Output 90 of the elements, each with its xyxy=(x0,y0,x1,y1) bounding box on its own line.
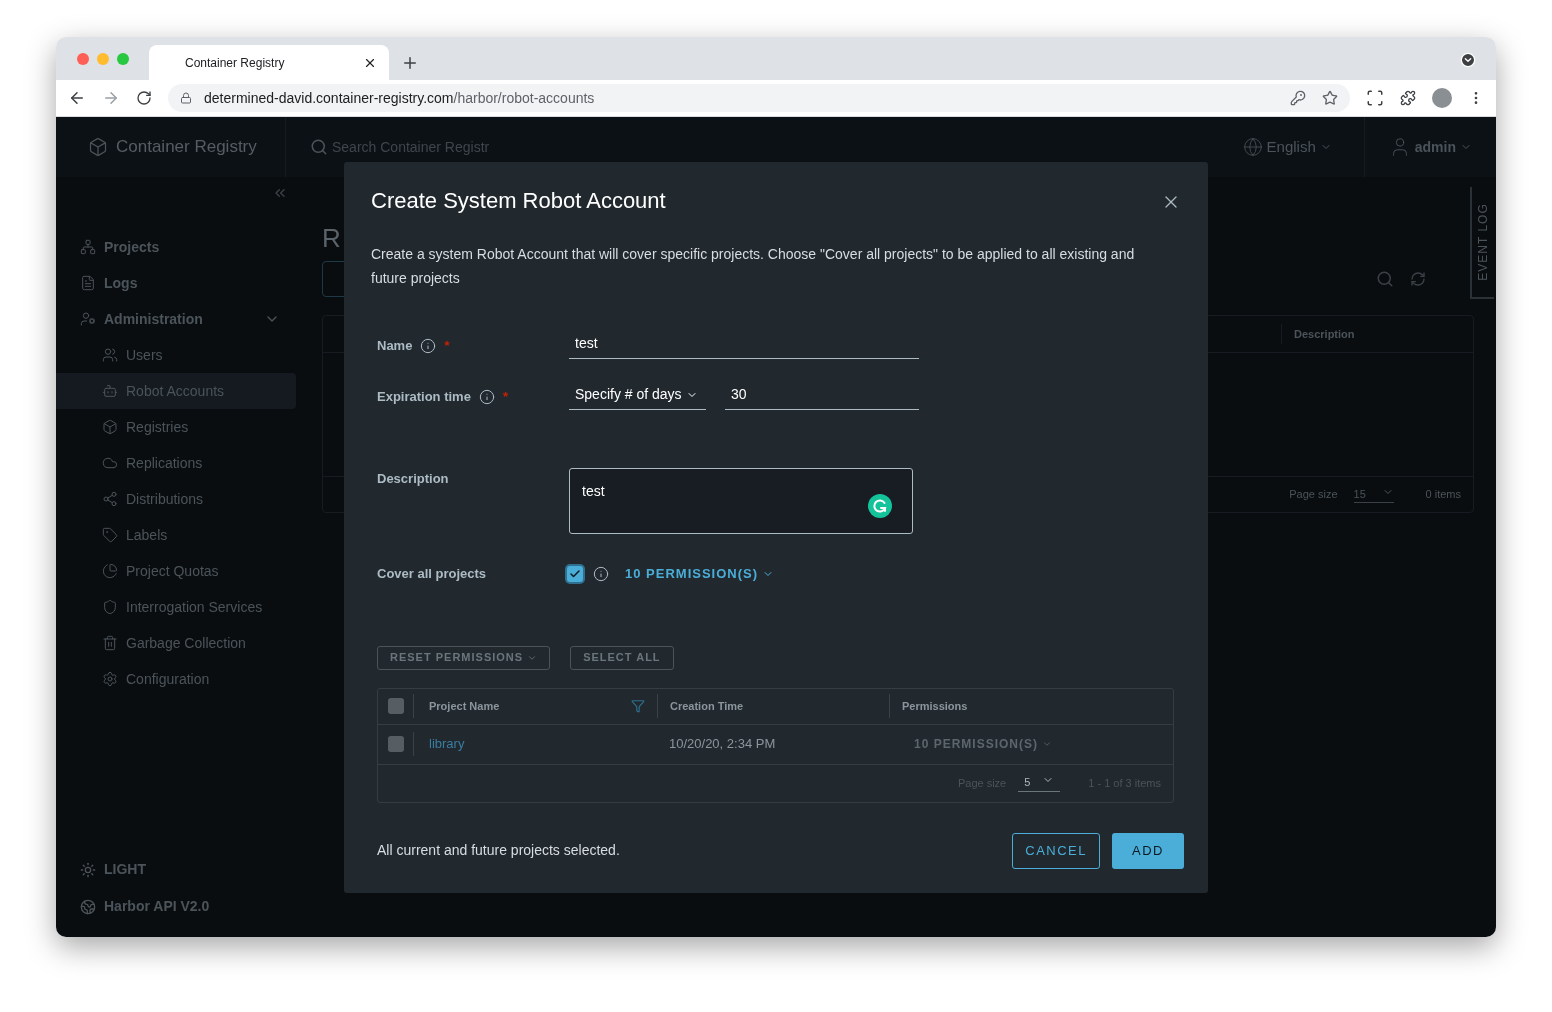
cloud-icon xyxy=(102,455,118,471)
sidebar-item[interactable]: Configuration xyxy=(56,661,296,697)
cancel-button[interactable]: CANCEL xyxy=(1012,832,1100,869)
dropdown-icon[interactable] xyxy=(1460,52,1476,68)
required-mark: * xyxy=(502,388,508,407)
dialog-description: Create a system Robot Account that will cover specific projects. Choose "Cover all projects" to be applied to all existing and future projects xyxy=(371,245,1136,288)
gear-icon xyxy=(102,671,118,687)
chevron-down-icon xyxy=(1042,739,1053,749)
checkbox[interactable] xyxy=(387,736,404,752)
filter-icon[interactable] xyxy=(631,699,645,713)
sidebar-item[interactable]: Users xyxy=(56,337,296,373)
reset-permissions-button[interactable]: RESET PERMISSIONS xyxy=(377,645,551,670)
lock-icon xyxy=(180,92,192,104)
url-text: determined-david.container-registry.com/harbor/robot-accounts xyxy=(204,88,595,108)
expiration-select[interactable]: Specify # of days xyxy=(569,384,706,410)
api-link[interactable]: Harbor API V2.0 xyxy=(80,896,296,917)
description-textarea[interactable]: test xyxy=(569,468,913,534)
name-input[interactable]: test xyxy=(569,333,919,359)
checkbox[interactable] xyxy=(387,698,404,714)
column-header: Description xyxy=(1281,324,1473,344)
select-all-button[interactable]: SELECT ALL xyxy=(570,645,674,670)
column-header: Project Name xyxy=(429,698,500,714)
sidebar-item[interactable]: Administration xyxy=(56,301,296,337)
back-icon[interactable] xyxy=(68,89,86,107)
event-log-tab[interactable]: EVENT LOG xyxy=(1470,187,1494,299)
url-field[interactable]: determined-david.container-registry.com/harbor/robot-accounts xyxy=(168,84,1350,112)
reload-icon[interactable] xyxy=(136,90,152,106)
field-label: Expiration time xyxy=(377,388,471,407)
users-icon xyxy=(102,347,118,363)
sidebar-item[interactable]: Projects xyxy=(56,229,296,265)
language-menu[interactable]: English xyxy=(1242,117,1365,177)
sidebar-item[interactable]: Distributions xyxy=(56,481,296,517)
brand-name: Container Registry xyxy=(116,136,257,159)
field-label: Description xyxy=(377,470,450,488)
project-link[interactable]: library xyxy=(413,732,657,756)
cube-icon xyxy=(102,419,118,435)
cube-icon xyxy=(88,137,108,157)
share-icon xyxy=(102,491,118,507)
sidebar-item[interactable]: Registries xyxy=(56,409,296,445)
info-icon[interactable] xyxy=(478,389,495,405)
star-icon[interactable] xyxy=(1322,90,1338,106)
days-input[interactable]: 30 xyxy=(725,384,919,410)
theme-toggle[interactable]: LIGHT xyxy=(80,859,296,880)
trash-icon xyxy=(102,635,118,651)
sidebar-item[interactable]: Interrogation Services xyxy=(56,589,296,625)
puzzle-icon[interactable] xyxy=(1400,90,1416,106)
user-menu[interactable]: admin xyxy=(1364,136,1496,158)
network-icon xyxy=(80,239,96,255)
sidebar-item[interactable]: Garbage Collection xyxy=(56,625,296,661)
check-icon xyxy=(569,567,581,580)
page-size-select[interactable]: 5 xyxy=(1018,774,1061,792)
add-button[interactable]: ADD xyxy=(1112,832,1184,869)
sidebar-item[interactable]: Project Quotas xyxy=(56,553,296,589)
new-tab-icon[interactable] xyxy=(401,54,419,72)
sidebar-item[interactable]: Robot Accounts xyxy=(56,373,296,409)
info-icon[interactable] xyxy=(420,338,437,354)
dialog-title: Create System Robot Account xyxy=(371,187,666,215)
permissions-dropdown[interactable]: 10 PERMISSION(S) xyxy=(625,564,775,584)
field-label: Cover all projects xyxy=(377,565,488,583)
column-header: Permissions xyxy=(889,694,1173,718)
page-title: R xyxy=(322,225,342,251)
pie-chart-icon xyxy=(102,563,118,579)
info-icon[interactable] xyxy=(593,565,609,582)
forward-icon[interactable] xyxy=(102,89,120,107)
status-message: All current and future projects selected. xyxy=(377,841,620,860)
key-icon[interactable] xyxy=(1290,90,1306,106)
table-cell-text: 10/20/20, 2:34 PM xyxy=(668,735,777,754)
robot-icon xyxy=(102,383,118,399)
item-count: 0 items xyxy=(1425,487,1461,503)
document-icon xyxy=(80,275,96,291)
tag-icon xyxy=(102,527,118,543)
user-gear-icon xyxy=(80,311,96,327)
sidebar-item[interactable]: Labels xyxy=(56,517,296,553)
required-mark: * xyxy=(444,337,450,356)
sidebar-item[interactable]: Replications xyxy=(56,445,296,481)
field-label: Name xyxy=(377,337,413,356)
permissions-dropdown[interactable]: 10 PERMISSION(S) xyxy=(889,735,1053,753)
search-icon xyxy=(310,138,328,156)
shield-icon xyxy=(102,599,118,615)
sun-icon xyxy=(80,861,96,878)
globe-icon xyxy=(80,898,96,915)
globe-icon xyxy=(1242,137,1263,157)
browser-tab[interactable]: Container Registry xyxy=(149,45,389,80)
screen-capture-icon[interactable] xyxy=(1366,89,1384,107)
column-header: Creation Time xyxy=(657,694,889,718)
page-size-select[interactable]: 15 xyxy=(1353,485,1394,504)
sidebar-item[interactable]: Logs xyxy=(56,265,296,301)
checkbox[interactable] xyxy=(567,565,583,582)
avatar[interactable] xyxy=(1432,88,1452,108)
page-size-label: Page size xyxy=(1289,487,1338,503)
